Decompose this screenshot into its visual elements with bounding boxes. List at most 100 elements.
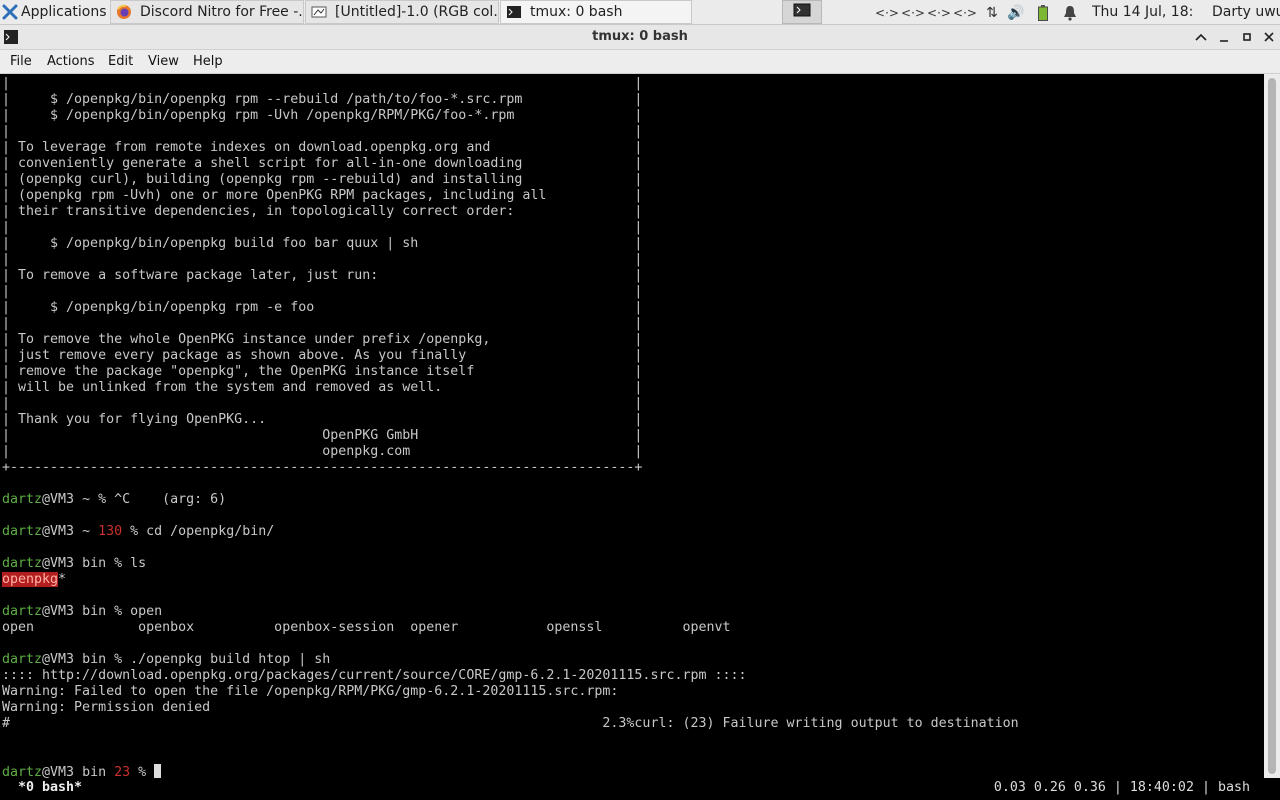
- tmux-status-right: 0.03 0.26 0.36 | 18:40:02 | bash: [993, 780, 1250, 795]
- terminal-area[interactable]: | | | $ /openpkg/bin/openpkg rpm --rebui…: [0, 74, 1264, 778]
- exit-code: 23: [114, 765, 131, 778]
- terminal-line: | |: [2, 124, 643, 139]
- prompt-host: @VM3: [42, 556, 75, 571]
- menu-actions[interactable]: Actions: [47, 50, 95, 73]
- menu-view[interactable]: View: [148, 50, 179, 73]
- prompt-dir: ~ %: [74, 492, 115, 507]
- terminal-line: | |: [2, 76, 643, 91]
- scrollbar-thumb[interactable]: [1268, 78, 1276, 774]
- terminal-line: | Thank you for flying OpenPKG... |: [2, 412, 643, 427]
- menu-edit[interactable]: Edit: [108, 50, 133, 73]
- window-titlebar[interactable]: tmux: 0 bash: [0, 25, 1280, 50]
- prompt-host: @VM3: [42, 604, 75, 619]
- ls-output: openpkg*: [2, 572, 66, 588]
- output-line: # 2.3%curl: (23) Failure writing output …: [2, 716, 1019, 731]
- taskbar-item-gimp[interactable]: [Untitled]-1.0 (RGB col...: [305, 0, 499, 24]
- taskbar-item-terminal[interactable]: tmux: 0 bash: [500, 0, 692, 24]
- notification-icon[interactable]: [1060, 4, 1080, 21]
- output-line: Warning: Permission denied: [2, 700, 211, 715]
- chevron-up-icon[interactable]: [1192, 28, 1210, 46]
- terminal-line: | OpenPKG GmbH |: [2, 428, 643, 443]
- workspace-switcher[interactable]: [782, 0, 822, 24]
- terminal-line: | |: [2, 316, 643, 331]
- tmux-window-list[interactable]: *0 bash*: [10, 780, 82, 795]
- prompt-dir: bin %: [74, 604, 131, 619]
- close-icon[interactable]: [1260, 28, 1278, 46]
- prompt-symbol: %: [130, 765, 155, 778]
- transfer-icon[interactable]: ⇅: [982, 4, 1002, 21]
- prompt-line: dartz@VM3 bin % open: [2, 604, 162, 620]
- prompt-dir: bin %: [74, 652, 131, 667]
- prompt-line: dartz@VM3 ~ 130 % cd /openpkg/bin/: [2, 524, 274, 540]
- prompt-host: @VM3: [42, 492, 75, 507]
- minimize-icon[interactable]: [1215, 28, 1233, 46]
- user-menu[interactable]: Darty uwu: [1212, 0, 1280, 24]
- prompt-host: @VM3: [42, 524, 75, 539]
- menubar: File Actions Edit View Help: [0, 50, 1280, 74]
- firefox-icon: [116, 4, 132, 20]
- volume-icon[interactable]: 🔊: [1006, 4, 1026, 21]
- prompt-line: dartz@VM3 bin % ./openpkg build htop | s…: [2, 652, 330, 668]
- gimp-icon: [311, 4, 327, 20]
- terminal-line: | will be unlinked from the system and r…: [2, 380, 643, 395]
- terminal-line: | |: [2, 220, 643, 235]
- taskbar-label: [Untitled]-1.0 (RGB col...: [335, 4, 499, 20]
- network-icon[interactable]: <·>: [875, 4, 899, 21]
- prompt-host: @VM3: [42, 765, 75, 778]
- prompt-line: dartz@VM3 ~ % ^C (arg: 6): [2, 492, 226, 508]
- clock[interactable]: Thu 14 Jul, 18:40: [1092, 0, 1192, 24]
- menu-file[interactable]: File: [10, 50, 32, 73]
- prompt-dir: bin %: [74, 556, 131, 571]
- network-icon[interactable]: <·>: [953, 4, 977, 21]
- network-icon[interactable]: <·>: [927, 4, 951, 21]
- prompt-command: % cd /openpkg/bin/: [122, 524, 275, 539]
- battery-icon[interactable]: [1034, 4, 1052, 21]
- terminal-line: | (openpkg curl), building (openpkg rpm …: [2, 172, 643, 187]
- executable-file: openpkg: [2, 572, 59, 587]
- exit-code: 130: [98, 524, 123, 539]
- xfce-mouse-icon: [2, 4, 18, 20]
- terminal-line: | |: [2, 396, 643, 411]
- completion-list: open openbox openbox-session opener open…: [2, 620, 731, 635]
- prompt-command: ^C (arg: 6): [114, 492, 227, 507]
- prompt-line: dartz@VM3 bin % ls: [2, 556, 146, 572]
- terminal-line: | $ /openpkg/bin/openpkg rpm --rebuild /…: [2, 92, 643, 107]
- terminal-line: | |: [2, 284, 643, 299]
- terminal-line: | just remove every package as shown abo…: [2, 348, 643, 363]
- prompt-user: dartz: [2, 652, 43, 667]
- terminal-line: | (openpkg rpm -Uvh) one or more OpenPKG…: [2, 188, 643, 203]
- terminal-line: | conveniently generate a shell script f…: [2, 156, 643, 171]
- text-cursor: [154, 764, 162, 778]
- prompt-command: open: [130, 604, 163, 619]
- prompt-dir: ~: [74, 524, 99, 539]
- terminal-line: | $ /openpkg/bin/openpkg build foo bar q…: [2, 236, 643, 251]
- prompt-line: dartz@VM3 bin 23 %: [2, 764, 162, 778]
- maximize-icon[interactable]: [1238, 28, 1256, 46]
- prompt-user: dartz: [2, 524, 43, 539]
- terminal-line: | |: [2, 252, 643, 267]
- terminal-line: | To remove the whole OpenPKG instance u…: [2, 332, 643, 347]
- menu-help[interactable]: Help: [193, 50, 223, 73]
- prompt-host: @VM3: [42, 652, 75, 667]
- output-line: :::: http://download.openpkg.org/package…: [2, 668, 747, 683]
- top-panel: Applications ☰ Discord Nitro for Free -.…: [0, 0, 1280, 25]
- prompt-command: ./openpkg build htop | sh: [130, 652, 331, 667]
- prompt-user: dartz: [2, 765, 43, 778]
- taskbar-label: Discord Nitro for Free -...: [140, 4, 304, 20]
- prompt-dir: bin: [74, 765, 115, 778]
- taskbar-item-firefox[interactable]: Discord Nitro for Free -...: [110, 0, 304, 24]
- prompt-user: dartz: [2, 492, 43, 507]
- applications-menu[interactable]: Applications ☰: [0, 0, 108, 24]
- output-line: Warning: Failed to open the file /openpk…: [2, 684, 619, 699]
- terminal-line: | their transitive dependencies, in topo…: [2, 204, 643, 219]
- network-icon[interactable]: <·>: [901, 4, 925, 21]
- terminal-icon: [506, 4, 522, 20]
- exec-marker: *: [58, 572, 67, 587]
- prompt-command: ls: [130, 556, 147, 571]
- taskbar-label: tmux: 0 bash: [530, 4, 623, 20]
- applications-label: Applications: [21, 4, 107, 20]
- window-title: tmux: 0 bash: [592, 29, 688, 44]
- terminal-line: +---------------------------------------…: [2, 460, 643, 475]
- terminal-line: | $ /openpkg/bin/openpkg rpm -Uvh /openp…: [2, 108, 643, 123]
- terminal-icon: [793, 3, 811, 21]
